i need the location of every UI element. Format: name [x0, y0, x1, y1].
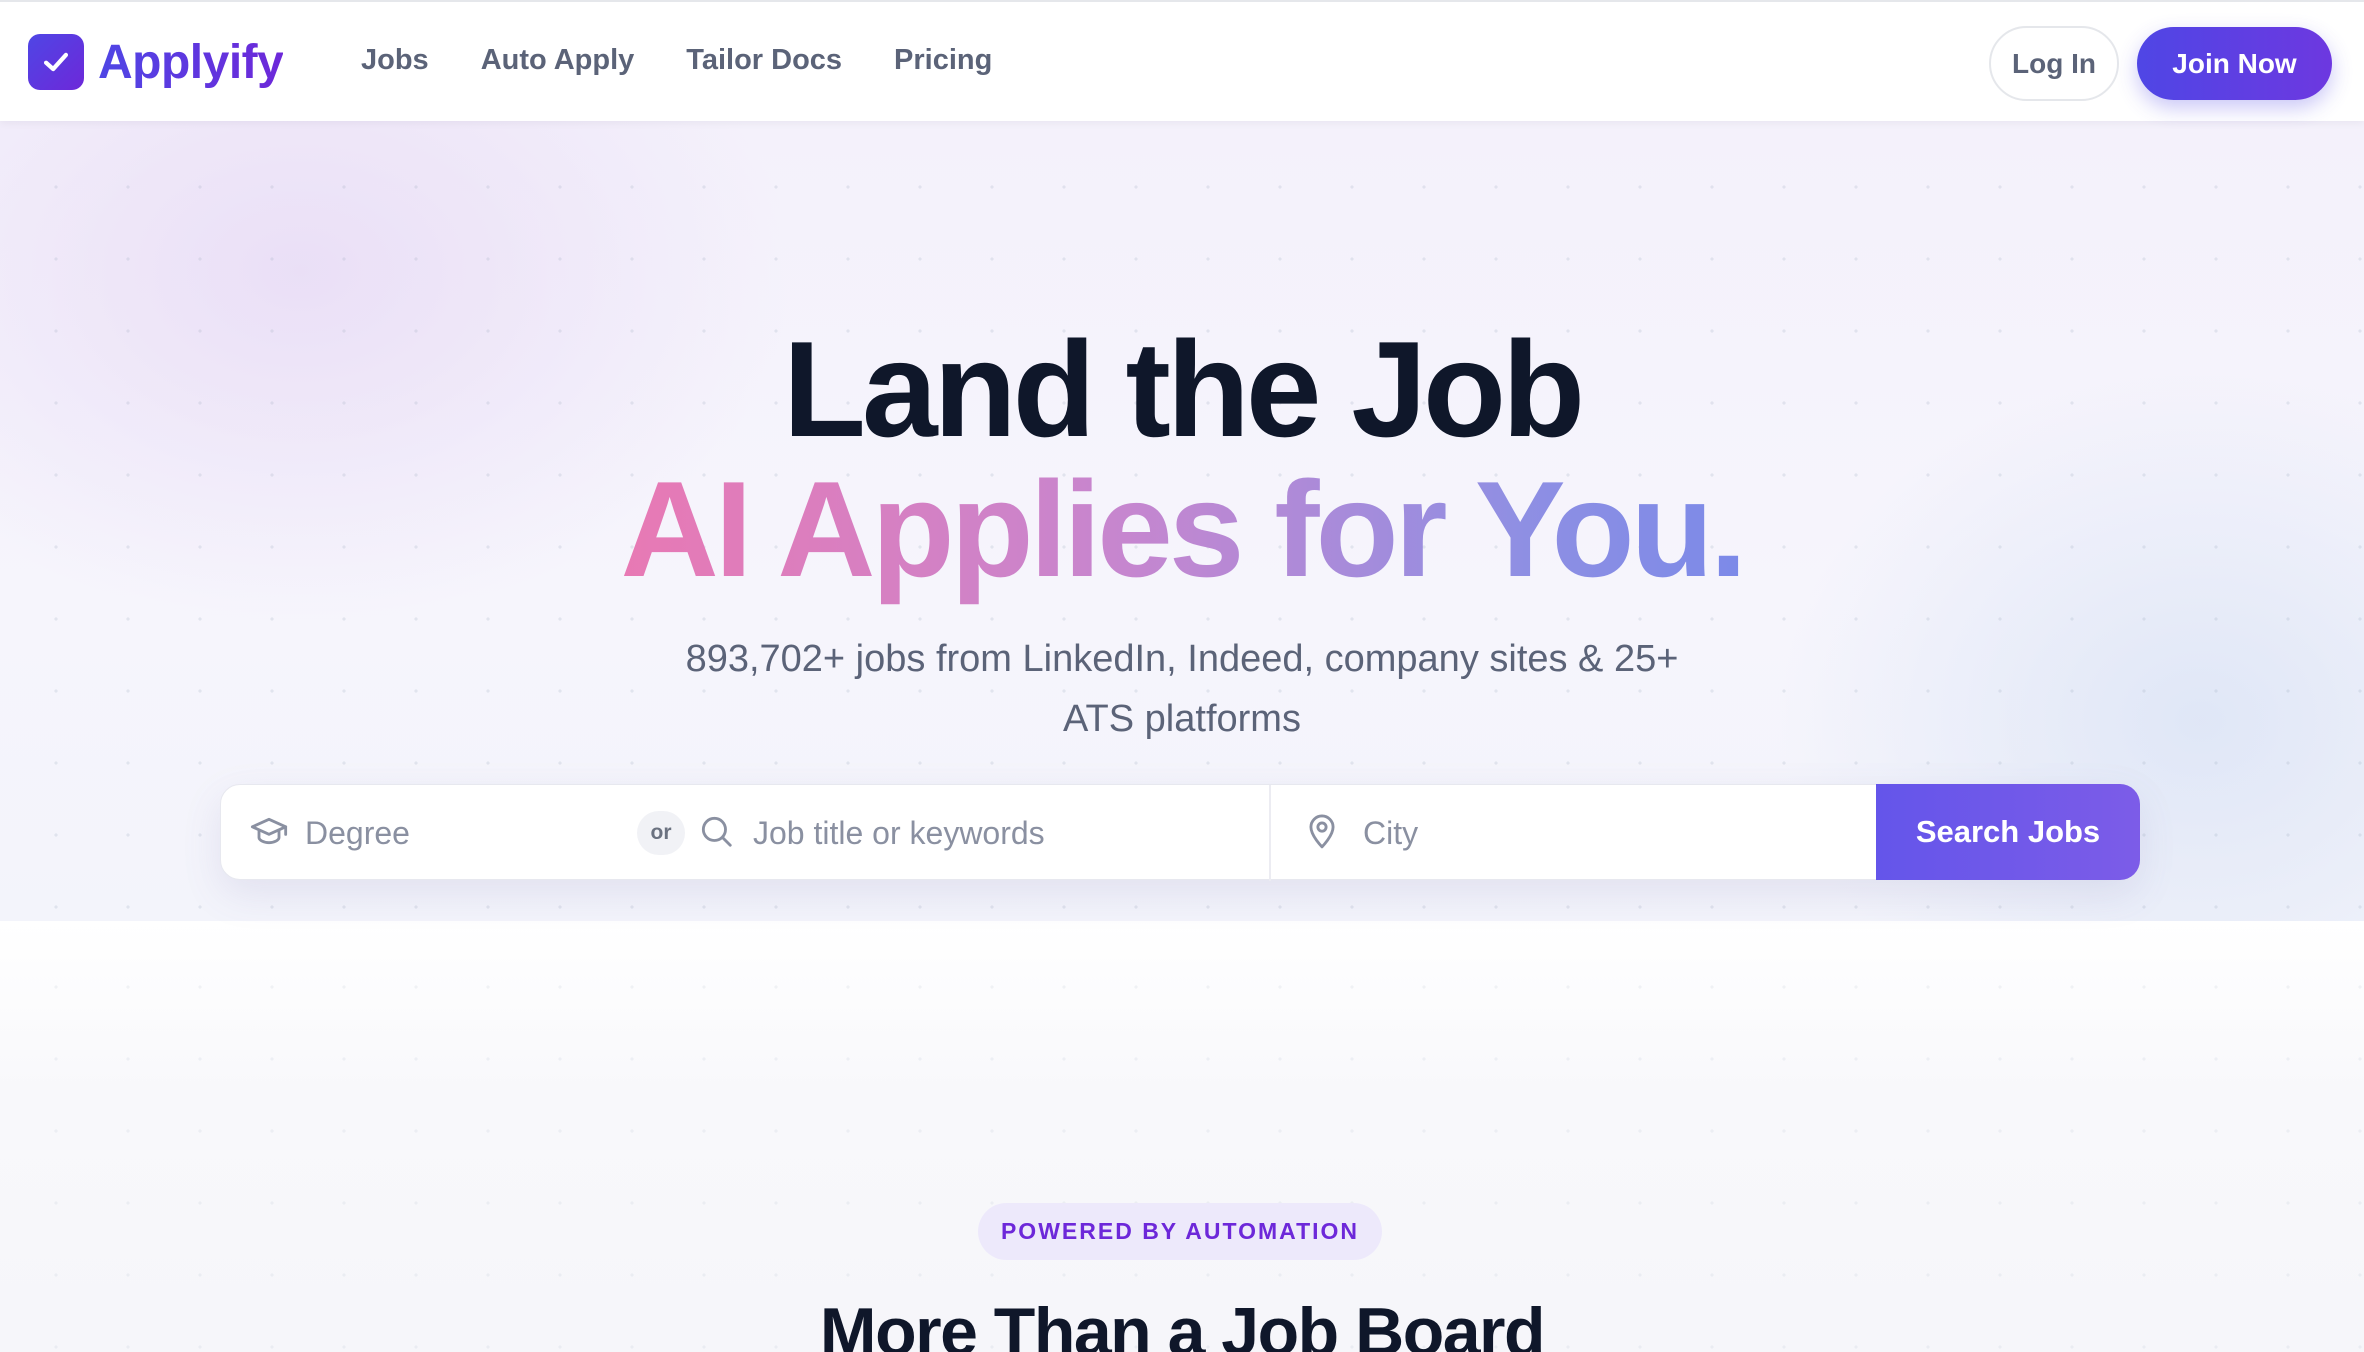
hero-headline-line2: AI Applies for You.	[0, 451, 2364, 607]
job-keywords-placeholder: Job title or keywords	[753, 814, 1045, 851]
hero-headline-gradient-text: AI Applies for You.	[620, 453, 1748, 605]
job-keywords-field[interactable]: Job title or keywords	[697, 785, 1045, 881]
nav-link-auto-apply[interactable]: Auto Apply	[481, 44, 635, 77]
page: Applyify Jobs Auto Apply Tailor Docs Pri…	[0, 0, 2364, 1352]
degree-field[interactable]: Degree	[249, 785, 410, 881]
search-icon	[697, 812, 735, 855]
login-button[interactable]: Log In	[1989, 26, 2119, 101]
nav-links: Jobs Auto Apply Tailor Docs Pricing	[361, 44, 1044, 77]
map-pin-icon	[1303, 811, 1341, 856]
brand-name: Applyify	[98, 35, 284, 89]
search-divider	[1269, 785, 1271, 881]
degree-placeholder: Degree	[305, 814, 410, 851]
city-placeholder: City	[1363, 814, 1419, 851]
section-badge: POWERED BY AUTOMATION	[978, 1203, 1382, 1260]
job-search-bar: Degree or Job title or keywords City Sea…	[220, 784, 2140, 881]
check-icon	[28, 34, 84, 90]
hero-headline-line1: Land the Job	[782, 313, 1585, 465]
brand-logo[interactable]: Applyify	[28, 34, 284, 90]
graduation-cap-icon	[249, 811, 289, 856]
search-jobs-button[interactable]: Search Jobs	[1876, 784, 2140, 880]
hero-subtitle-line1: 893,702+ jobs from LinkedIn, Indeed, com…	[685, 638, 1679, 680]
join-now-button[interactable]: Join Now	[2137, 27, 2332, 100]
hero-subtitle-line2: ATS platforms	[1063, 698, 1301, 740]
nav-link-pricing[interactable]: Pricing	[894, 44, 992, 77]
top-nav: Applyify Jobs Auto Apply Tailor Docs Pri…	[0, 0, 2364, 121]
section-title: More Than a Job Board	[819, 1294, 1546, 1352]
dot-pattern-lower	[0, 921, 2364, 1352]
features-section: POWERED BY AUTOMATION More Than a Job Bo…	[0, 921, 2364, 1352]
hero-subtitle: 893,702+ jobs from LinkedIn, Indeed, com…	[582, 629, 1782, 749]
nav-link-tailor-docs[interactable]: Tailor Docs	[686, 44, 842, 77]
or-separator: or	[637, 811, 685, 855]
city-field[interactable]: City	[1303, 785, 1418, 881]
nav-link-jobs[interactable]: Jobs	[361, 44, 429, 77]
